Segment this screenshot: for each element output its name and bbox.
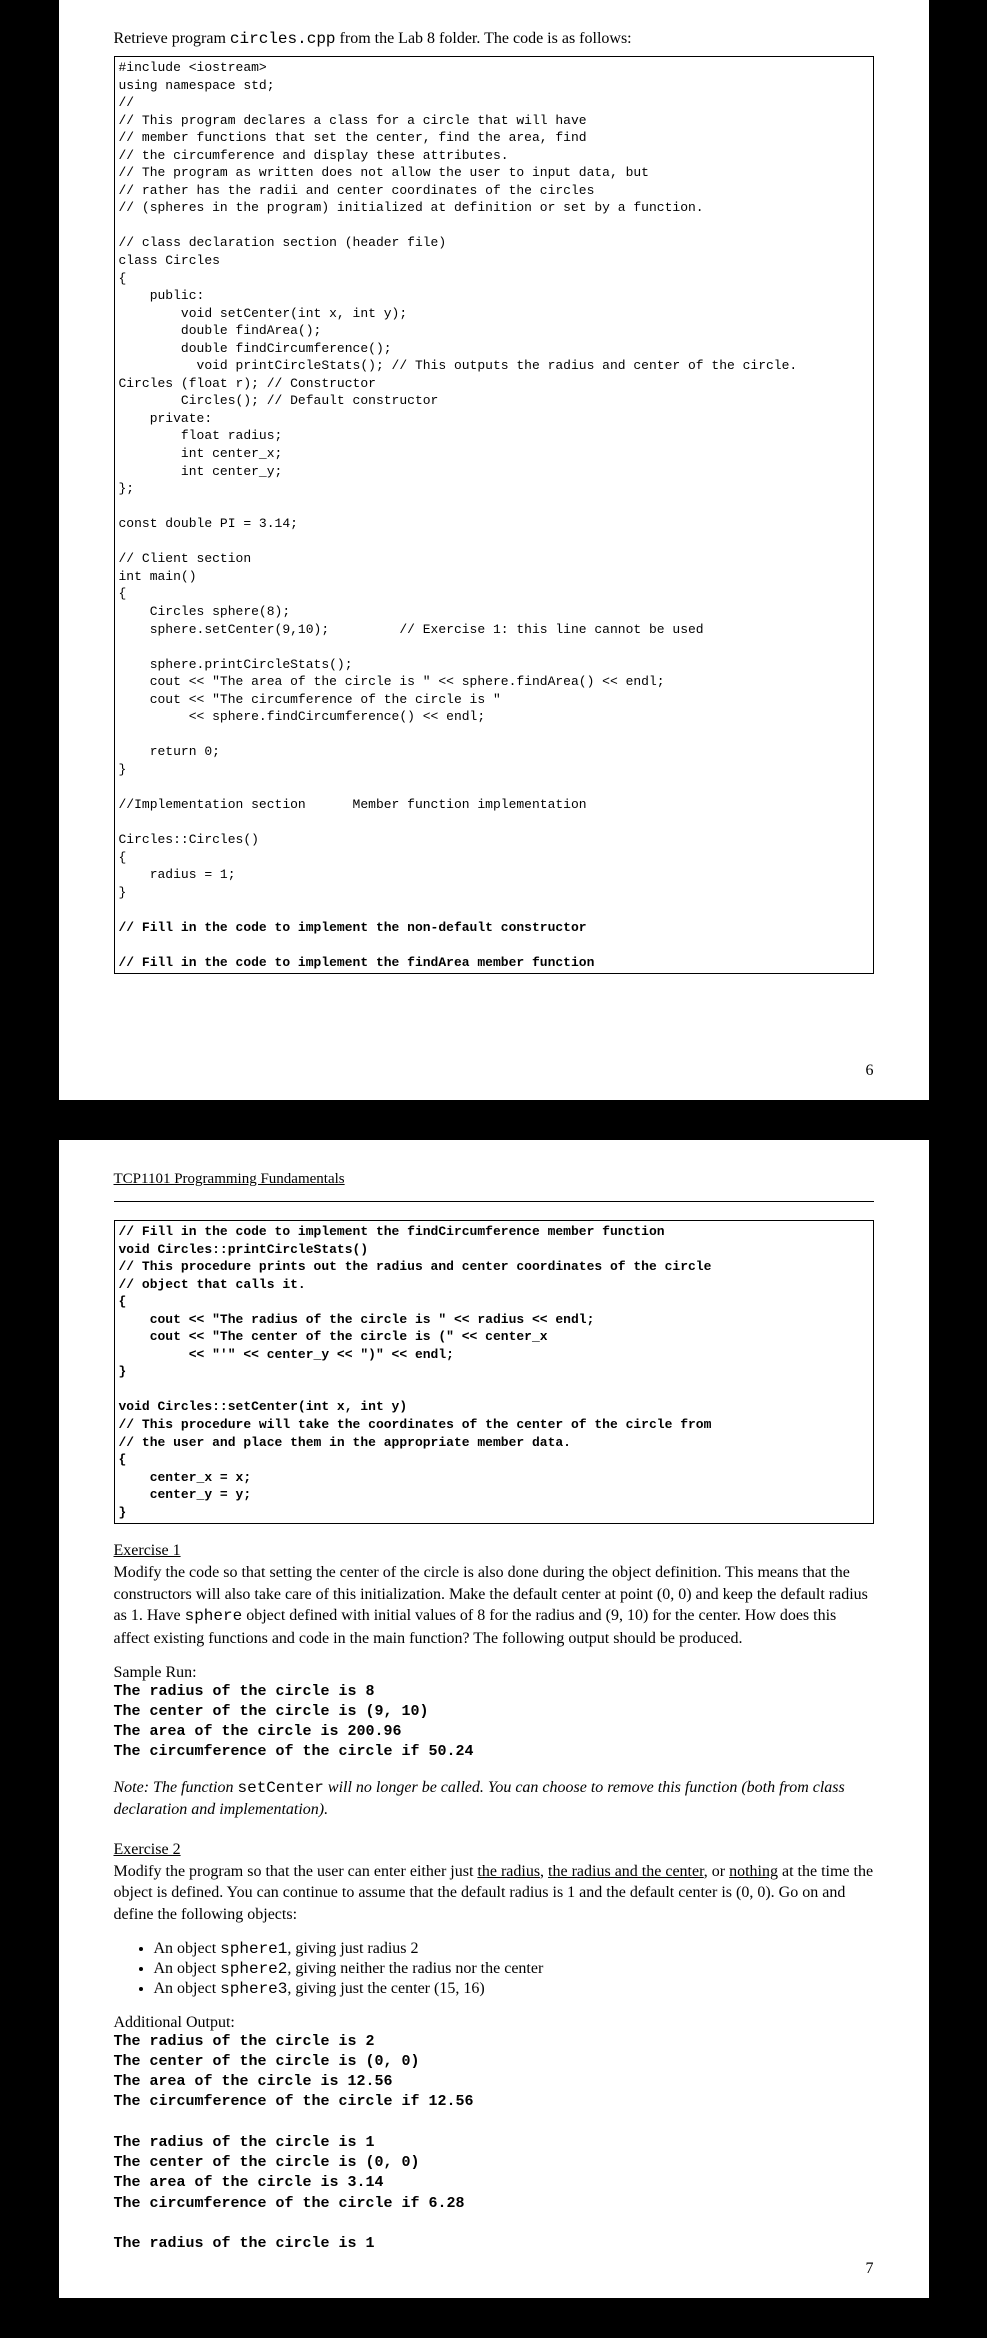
list-item: An object sphere1, giving just radius 2 [154,1940,874,1958]
code-listing-2: // Fill in the code to implement the fin… [114,1220,874,1524]
setcenter-code: setCenter [237,1779,323,1797]
list-item: An object sphere2, giving neither the ra… [154,1960,874,1978]
additional-output: The radius of the circle is 2 The center… [114,2032,874,2255]
list-item: An object sphere3, giving just the cente… [154,1980,874,1998]
additional-output-label: Additional Output: [114,2014,874,2032]
code-fill-1: // Fill in the code to implement the non… [119,920,587,935]
page-7: TCP1101 Programming Fundamentals // Fill… [59,1140,929,2298]
page-6: Retrieve program circles.cpp from the La… [59,0,929,1100]
page-header-wrap: TCP1101 Programming Fundamentals [114,1170,874,1202]
code-body: #include <iostream> using namespace std;… [119,60,798,900]
page-header: TCP1101 Programming Fundamentals [114,1171,345,1188]
intro-suffix: from the Lab 8 folder. The code is as fo… [336,30,632,47]
page-number: 7 [866,2260,874,2278]
intro-filename: circles.cpp [230,30,336,48]
sample-run-output: The radius of the circle is 8 The center… [114,1682,874,1763]
exercise-1-title: Exercise 1 [114,1542,874,1560]
intro-prefix: Retrieve program [114,30,230,47]
note-text: Note: The function setCenter will no lon… [114,1777,874,1821]
code-fill-3: // Fill in the code to implement the fin… [119,1224,665,1239]
page-number: 6 [866,1062,874,1080]
exercise-1-body: Modify the code so that setting the cent… [114,1562,874,1649]
code-listing-1: #include <iostream> using namespace std;… [114,56,874,974]
code-body-2: void Circles::printCircleStats() // This… [119,1242,712,1520]
intro-text: Retrieve program circles.cpp from the La… [114,30,874,48]
exercise-2-title: Exercise 2 [114,1841,874,1859]
exercise-2-body: Modify the program so that the user can … [114,1861,874,1926]
code-fill-2: // Fill in the code to implement the fin… [119,955,595,970]
sphere-code: sphere [185,1607,243,1625]
sample-run-label: Sample Run: [114,1664,874,1682]
object-list: An object sphere1, giving just radius 2 … [114,1940,874,1998]
